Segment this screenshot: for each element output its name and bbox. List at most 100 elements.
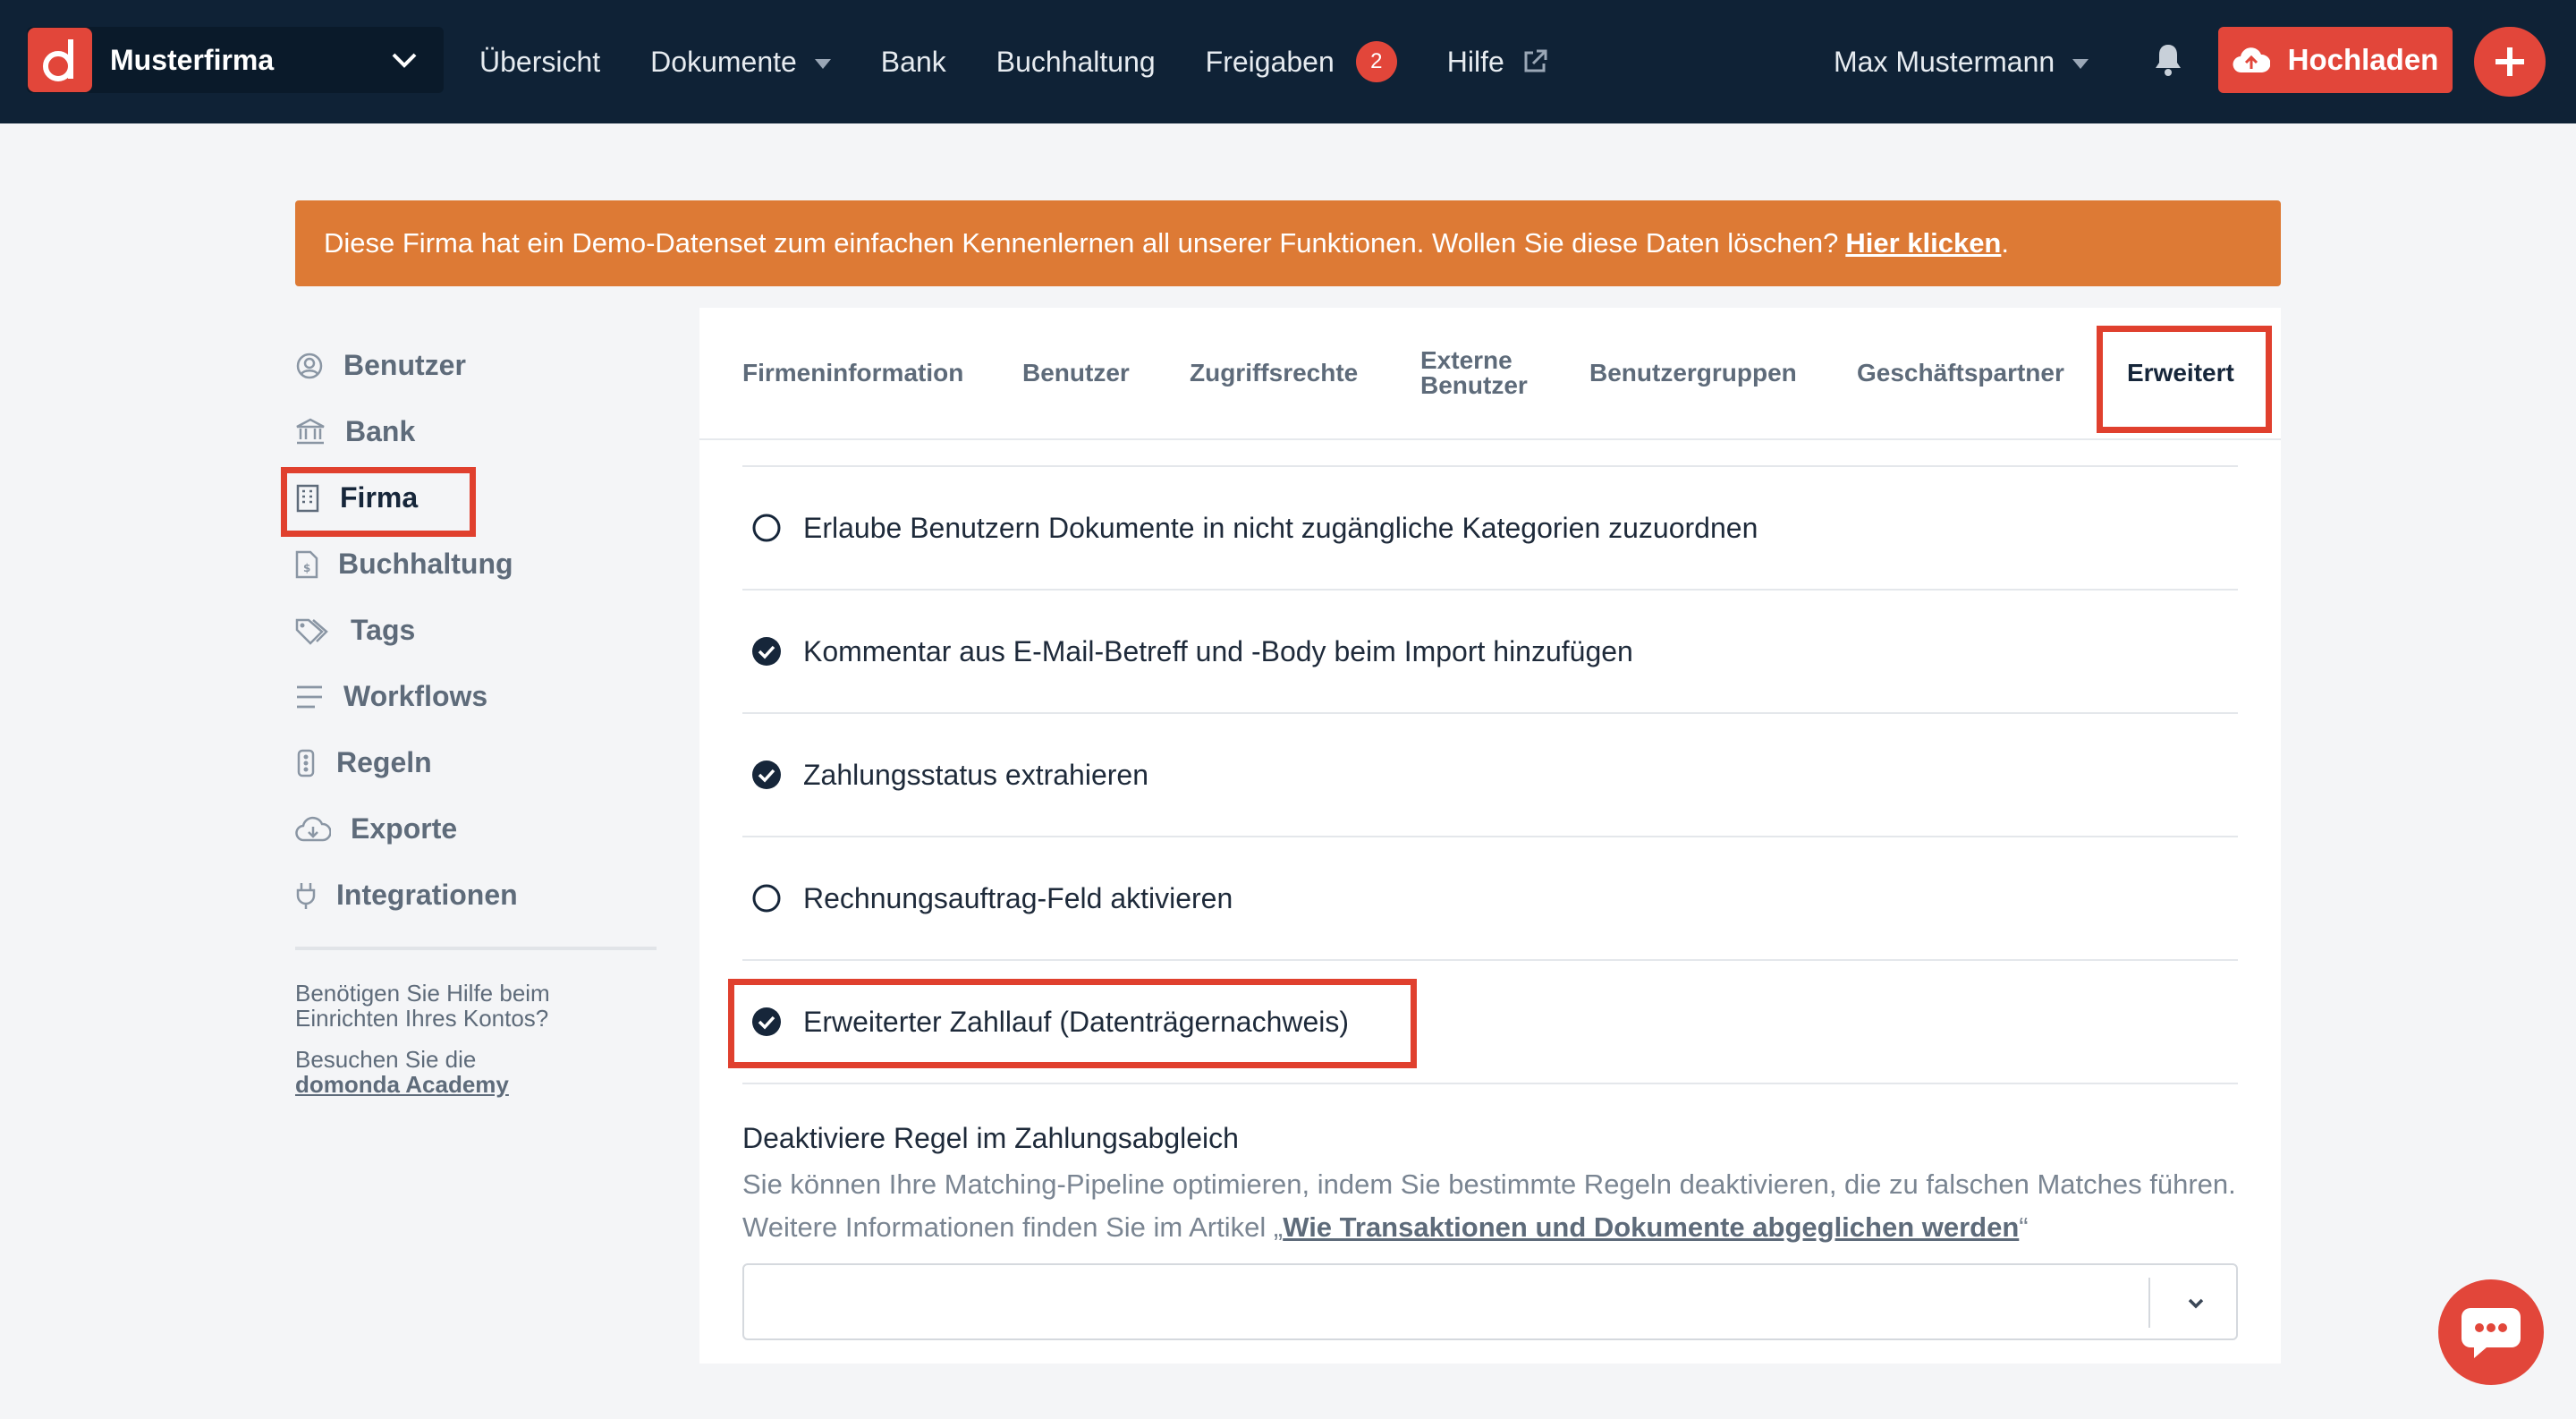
sidebar-item-bank[interactable]: Bank: [295, 415, 415, 448]
banner-suffix: .: [2001, 227, 2009, 259]
banner-text: Diese Firma hat ein Demo-Datenset zum ei…: [324, 227, 1839, 259]
nav-label: Buchhaltung: [996, 45, 1156, 78]
bank-icon: [296, 418, 325, 444]
option-row[interactable]: Kommentar aus E-Mail-Betreff und -Body b…: [742, 591, 2238, 714]
matching-desc-suffix: “: [2019, 1211, 2029, 1243]
option-row[interactable]: Zahlungsstatus extrahieren: [742, 714, 2238, 837]
matching-description: Sie können Ihre Matching-Pipeline optimi…: [742, 1163, 2254, 1249]
sidebar-item-buchhaltung[interactable]: $ Buchhaltung: [295, 548, 513, 581]
company-name: Musterfirma: [110, 43, 275, 76]
matching-rule-select[interactable]: [742, 1263, 2238, 1340]
sidebar-item-label: Benutzer: [343, 349, 466, 381]
nav-label: Übersicht: [479, 45, 601, 78]
cloud-download-icon: [295, 816, 331, 841]
settings-card: Firmeninformation Benutzer Zugriffsrecht…: [699, 308, 2281, 1364]
nav-uebersicht[interactable]: Übersicht: [479, 46, 600, 79]
caret-down-icon: [2072, 58, 2089, 69]
sidebar-item-label: Regeln: [336, 746, 432, 778]
sidebar-item-label: Bank: [345, 415, 416, 447]
matching-title: Deaktiviere Regel im Zahlungsabgleich: [742, 1122, 1239, 1154]
nav-label: Hilfe: [1446, 45, 1504, 78]
tab-benutzergruppen[interactable]: Benutzergruppen: [1589, 308, 1797, 438]
option-label: Rechnungsauftrag-Feld aktivieren: [803, 881, 1233, 914]
sidebar-item-integrationen[interactable]: Integrationen: [295, 879, 518, 912]
help-visit: Besuchen Sie die: [295, 1046, 477, 1073]
lines-icon: [297, 685, 322, 708]
tab-label: Firmeninformation: [742, 359, 964, 387]
sidebar-item-exporte[interactable]: Exporte: [295, 812, 457, 845]
company-switcher[interactable]: Musterfirma: [27, 27, 444, 93]
tab-zugriffsrechte[interactable]: Zugriffsrechte: [1190, 308, 1358, 438]
nav-label: Bank: [880, 45, 946, 78]
option-label: Erlaube Benutzern Dokumente in nicht zug…: [803, 511, 1758, 544]
matching-article-link[interactable]: Wie Transaktionen und Dokumente abgeglic…: [1283, 1211, 2019, 1243]
sidebar-divider: [295, 947, 657, 950]
svg-text:$: $: [303, 562, 310, 574]
sidebar-item-benutzer[interactable]: Benutzer: [295, 349, 466, 382]
chevron-down-icon: [392, 53, 417, 68]
top-navigation-bar: Musterfirma Übersicht Dokumente Bank Buc…: [0, 0, 2576, 123]
demo-data-banner: Diese Firma hat ein Demo-Datenset zum ei…: [295, 200, 2281, 286]
invoice-icon: $: [295, 550, 318, 578]
check-circle-icon: [752, 760, 781, 789]
nav-freigaben[interactable]: Freigaben 2: [1206, 41, 1397, 82]
nav-dokumente[interactable]: Dokumente: [650, 46, 831, 79]
nav-hilfe[interactable]: Hilfe: [1447, 46, 1549, 79]
plus-icon: [2496, 47, 2524, 76]
tab-label: Benutzergruppen: [1589, 359, 1797, 387]
tab-externe-benutzer[interactable]: Externe Benutzer: [1420, 308, 1546, 438]
check-circle-icon: [752, 637, 781, 666]
tab-firmeninformation[interactable]: Firmeninformation: [742, 308, 963, 438]
settings-tabs: Firmeninformation Benutzer Zugriffsrecht…: [699, 308, 2281, 440]
tab-geschaeftspartner[interactable]: Geschäftspartner: [1857, 308, 2064, 438]
tab-label: Zugriffsrechte: [1190, 359, 1359, 387]
tab-label: Geschäftspartner: [1857, 359, 2064, 387]
radio-unchecked-icon: [752, 884, 781, 913]
highlight-box-firma: [281, 467, 476, 537]
cloud-upload-icon: [2233, 47, 2270, 73]
nav-buchhaltung[interactable]: Buchhaltung: [996, 46, 1156, 79]
option-label: Kommentar aus E-Mail-Betreff und -Body b…: [803, 634, 1633, 667]
option-label: Zahlungsstatus extrahieren: [803, 758, 1148, 791]
option-row[interactable]: Erlaube Benutzern Dokumente in nicht zug…: [742, 467, 2238, 591]
sidebar-item-label: Buchhaltung: [338, 548, 513, 580]
sidebar-item-regeln[interactable]: Regeln: [295, 746, 432, 779]
user-menu[interactable]: Max Mustermann: [1834, 0, 2089, 123]
sidebar-item-label: Integrationen: [336, 879, 518, 911]
chat-bubble-icon: [2462, 1308, 2521, 1358]
user-name: Max Mustermann: [1834, 45, 2055, 78]
help-text: Benötigen Sie Hilfe beim Einrichten Ihre…: [295, 980, 550, 1032]
tab-benutzer[interactable]: Benutzer: [1022, 308, 1130, 438]
count-badge: 2: [1355, 41, 1397, 82]
nav-label: Freigaben: [1205, 45, 1335, 78]
tab-label: Externe Benutzer: [1420, 346, 1528, 399]
upload-label: Hochladen: [2287, 43, 2439, 76]
help-box: Benötigen Sie Hilfe beim Einrichten Ihre…: [295, 981, 635, 1097]
plug-icon: [296, 882, 316, 909]
main-nav: Übersicht Dokumente Bank Buchhaltung Fre…: [479, 0, 1599, 123]
sidebar-item-label: Tags: [351, 614, 416, 646]
caret-down-icon: [814, 58, 831, 69]
tags-icon: [295, 618, 328, 645]
banner-link[interactable]: Hier klicken: [1845, 227, 2001, 259]
nav-label: Dokumente: [650, 45, 797, 78]
academy-link[interactable]: domonda Academy: [295, 1071, 509, 1098]
option-row[interactable]: Rechnungsauftrag-Feld aktivieren: [742, 837, 2238, 961]
bell-icon[interactable]: [2154, 43, 2182, 77]
sidebar-item-workflows[interactable]: Workflows: [295, 680, 487, 713]
highlight-box-erweitert: [2097, 326, 2272, 433]
domonda-logo-icon: [28, 28, 92, 92]
select-separator: [2148, 1278, 2150, 1328]
upload-button[interactable]: Hochladen: [2218, 27, 2453, 93]
tab-label: Benutzer: [1022, 359, 1130, 387]
nav-bank[interactable]: Bank: [881, 46, 946, 79]
sidebar-item-label: Workflows: [343, 680, 488, 712]
highlight-box-zahllauf: [728, 979, 1417, 1068]
traffic-light-icon: [297, 749, 315, 777]
radio-unchecked-icon: [752, 514, 781, 542]
external-link-icon: [1524, 49, 1547, 72]
chat-button[interactable]: [2438, 1279, 2544, 1385]
sidebar-item-tags[interactable]: Tags: [295, 614, 415, 647]
add-button[interactable]: [2474, 27, 2546, 97]
sidebar-item-label: Exporte: [351, 812, 458, 845]
